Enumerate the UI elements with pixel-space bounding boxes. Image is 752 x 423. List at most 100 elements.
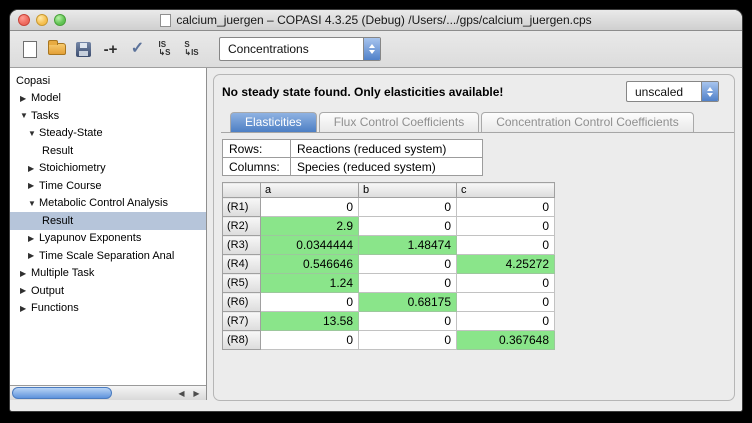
row-header[interactable]: (R4) bbox=[223, 255, 261, 274]
tree-item-copasi[interactable]: Copasi bbox=[10, 72, 206, 90]
row-header[interactable]: (R8) bbox=[223, 331, 261, 350]
disclosure-triangle-icon[interactable] bbox=[28, 234, 39, 243]
disclosure-triangle-icon[interactable] bbox=[20, 94, 31, 103]
tree-item-time-scale-separation[interactable]: Time Scale Separation Anal bbox=[10, 247, 206, 265]
tree-item-label: Stoichiometry bbox=[39, 162, 106, 174]
disclosure-triangle-icon[interactable] bbox=[20, 269, 31, 278]
tree-item-functions[interactable]: Functions bbox=[10, 300, 206, 318]
column-header-a[interactable]: a bbox=[261, 183, 359, 198]
matrix-cell[interactable]: 0 bbox=[457, 293, 555, 312]
matrix-cell[interactable]: 13.58 bbox=[261, 312, 359, 331]
scrollbar-thumb[interactable] bbox=[12, 387, 112, 399]
matrix-cell[interactable]: 1.48474 bbox=[359, 236, 457, 255]
scrollbar-arrows: ◀ ▶ bbox=[174, 387, 204, 399]
apply-button[interactable]: ✓ bbox=[124, 36, 151, 63]
matrix-cell[interactable]: 0 bbox=[359, 274, 457, 293]
matrix-cell[interactable]: 0.546646 bbox=[261, 255, 359, 274]
disclosure-triangle-icon[interactable] bbox=[20, 286, 31, 295]
scroll-left-button[interactable]: ◀ bbox=[174, 387, 189, 399]
table-row: (R6) 0 0.68175 0 bbox=[223, 293, 555, 312]
column-header-c[interactable]: c bbox=[457, 183, 555, 198]
add-slider-button[interactable]: -+ bbox=[97, 36, 124, 63]
matrix-cell[interactable]: 2.9 bbox=[261, 217, 359, 236]
tree-item-multiple-task[interactable]: Multiple Task bbox=[10, 265, 206, 283]
row-header[interactable]: (R6) bbox=[223, 293, 261, 312]
matrix-cell[interactable]: 0 bbox=[457, 312, 555, 331]
tree-item-lyapunov-exponents[interactable]: Lyapunov Exponents bbox=[10, 230, 206, 248]
tab-elasticities[interactable]: Elasticities bbox=[230, 112, 317, 132]
matrix-cell[interactable]: 0 bbox=[261, 331, 359, 350]
disclosure-triangle-icon[interactable] bbox=[28, 199, 39, 208]
rows-value: Reactions (reduced system) bbox=[291, 140, 483, 158]
window-title: calcium_juergen – COPASI 4.3.25 (Debug) … bbox=[176, 13, 591, 27]
scale-dropdown-value: unscaled bbox=[627, 82, 701, 101]
status-message: No steady state found. Only elasticities… bbox=[222, 85, 503, 99]
matrix-cell[interactable]: 0 bbox=[261, 293, 359, 312]
matrix-cell[interactable]: 1.24 bbox=[261, 274, 359, 293]
navigation-tree: Copasi Model Tasks Steady-State Result S… bbox=[10, 68, 207, 400]
tree-item-metabolic-control-analysis[interactable]: Metabolic Control Analysis bbox=[10, 195, 206, 213]
row-header[interactable]: (R5) bbox=[223, 274, 261, 293]
document-proxy-icon[interactable] bbox=[160, 14, 171, 27]
zoom-button[interactable] bbox=[54, 14, 66, 26]
concentrations-dropdown-value: Concentrations bbox=[220, 38, 363, 60]
tree-item-tasks[interactable]: Tasks bbox=[10, 107, 206, 125]
matrix-cell[interactable]: 0.367648 bbox=[457, 331, 555, 350]
tree-item-time-course[interactable]: Time Course bbox=[10, 177, 206, 195]
matrix-cell[interactable]: 0 bbox=[457, 198, 555, 217]
concentrations-dropdown[interactable]: Concentrations bbox=[219, 37, 381, 61]
disclosure-triangle-icon[interactable] bbox=[28, 164, 39, 173]
s-to-is-button[interactable]: S ↳IS bbox=[178, 36, 205, 63]
matrix-cell[interactable]: 0 bbox=[359, 217, 457, 236]
scroll-right-button[interactable]: ▶ bbox=[189, 387, 204, 399]
new-file-button[interactable] bbox=[16, 36, 43, 63]
matrix-cell[interactable]: 0 bbox=[261, 198, 359, 217]
scale-dropdown[interactable]: unscaled bbox=[626, 81, 719, 102]
minimize-button[interactable] bbox=[36, 14, 48, 26]
matrix-cell[interactable]: 0 bbox=[457, 236, 555, 255]
row-header[interactable]: (R1) bbox=[223, 198, 261, 217]
tree-item-label: Multiple Task bbox=[31, 267, 94, 279]
matrix-cell[interactable]: 0 bbox=[359, 198, 457, 217]
save-button[interactable] bbox=[70, 36, 97, 63]
disclosure-triangle-icon[interactable] bbox=[20, 304, 31, 313]
matrix-cell[interactable]: 0.0344444 bbox=[261, 236, 359, 255]
title-area: calcium_juergen – COPASI 4.3.25 (Debug) … bbox=[10, 10, 742, 30]
column-header-b[interactable]: b bbox=[359, 183, 457, 198]
tree-item-mca-result[interactable]: Result bbox=[10, 212, 206, 230]
tree-item-steady-state-result[interactable]: Result bbox=[10, 142, 206, 160]
tree-item-model[interactable]: Model bbox=[10, 90, 206, 108]
disclosure-triangle-icon[interactable] bbox=[28, 129, 39, 138]
matrix-cell[interactable]: 4.25272 bbox=[457, 255, 555, 274]
title-bar[interactable]: calcium_juergen – COPASI 4.3.25 (Debug) … bbox=[10, 10, 742, 31]
matrix-cell[interactable]: 0 bbox=[359, 255, 457, 274]
tree-item-stoichiometry[interactable]: Stoichiometry bbox=[10, 160, 206, 178]
dropdown-arrows-icon bbox=[701, 82, 718, 101]
open-file-button[interactable] bbox=[43, 36, 70, 63]
matrix-cell[interactable]: 0 bbox=[457, 274, 555, 293]
row-header[interactable]: (R7) bbox=[223, 312, 261, 331]
is-to-s-button[interactable]: IS ↳S bbox=[151, 36, 178, 63]
table-row: (R7) 13.58 0 0 bbox=[223, 312, 555, 331]
content-area: No steady state found. Only elasticities… bbox=[208, 68, 742, 411]
sidebar-horizontal-scrollbar[interactable]: ◀ ▶ bbox=[10, 385, 206, 400]
tab-concentration-control-coefficients[interactable]: Concentration Control Coefficients bbox=[481, 112, 694, 132]
matrix-cell[interactable]: 0 bbox=[359, 331, 457, 350]
tree-item-output[interactable]: Output bbox=[10, 282, 206, 300]
matrix-cell[interactable]: 0 bbox=[457, 217, 555, 236]
tree-item-steady-state[interactable]: Steady-State bbox=[10, 125, 206, 143]
disclosure-triangle-icon[interactable] bbox=[20, 111, 31, 120]
tree-item-label: Result bbox=[42, 215, 73, 227]
close-button[interactable] bbox=[18, 14, 30, 26]
row-header[interactable]: (R2) bbox=[223, 217, 261, 236]
disclosure-triangle-icon[interactable] bbox=[28, 251, 39, 260]
matrix-cell[interactable]: 0.68175 bbox=[359, 293, 457, 312]
save-floppy-icon bbox=[76, 42, 91, 57]
tab-bar: Elasticities Flux Control Coefficients C… bbox=[221, 112, 734, 133]
matrix-cell[interactable]: 0 bbox=[359, 312, 457, 331]
row-header[interactable]: (R3) bbox=[223, 236, 261, 255]
tab-flux-control-coefficients[interactable]: Flux Control Coefficients bbox=[319, 112, 480, 132]
disclosure-triangle-icon[interactable] bbox=[28, 181, 39, 190]
table-header-row: a b c bbox=[223, 183, 555, 198]
elasticities-table: a b c (R1) 0 0 0 (R2) 2.9 0 0 (R3) bbox=[222, 182, 555, 350]
